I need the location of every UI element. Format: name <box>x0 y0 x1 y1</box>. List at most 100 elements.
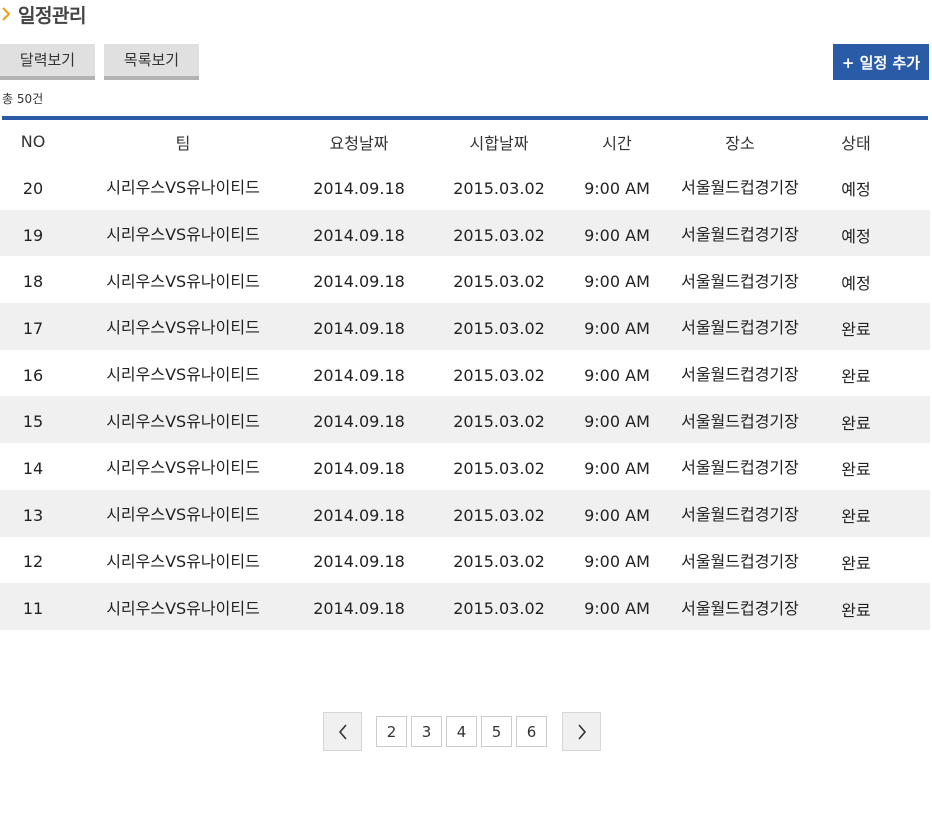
row-team: 시리우스VS유나이티드 <box>106 458 260 478</box>
row-request-date: 2014.09.18 <box>313 505 405 525</box>
row-status: 예정 <box>841 273 871 293</box>
row-time: 9:00 AM <box>584 412 650 432</box>
row-time: 9:00 AM <box>584 318 650 338</box>
row-time: 9:00 AM <box>584 225 650 245</box>
page-number[interactable]: 5 <box>481 716 512 747</box>
row-team: 시리우스VS유나이티드 <box>106 178 260 198</box>
row-no: 20 <box>22 178 44 198</box>
row-venue: 서울월드컵경기장 <box>681 178 799 198</box>
row-venue: 서울월드컵경기장 <box>681 271 799 291</box>
header-no: NO <box>20 132 46 151</box>
row-request-date: 2014.09.18 <box>313 272 405 292</box>
row-team: 시리우스VS유나이티드 <box>106 598 260 618</box>
row-venue: 서울월드컵경기장 <box>681 318 799 338</box>
row-time: 9:00 AM <box>584 272 650 292</box>
table-header-row: NO 팀 요청날짜 시합날짜 시간 장소 상태 <box>0 120 930 163</box>
row-time: 9:00 AM <box>584 365 650 385</box>
calendar-view-tab[interactable]: 달력보기 <box>0 44 95 80</box>
row-status: 완료 <box>841 413 871 433</box>
schedule-table: NO 팀 요청날짜 시합날짜 시간 장소 상태 20 시리우스VS유나이티드 201… <box>0 116 930 630</box>
row-request-date: 2014.09.18 <box>313 318 405 338</box>
row-status: 완료 <box>841 507 871 527</box>
page-heading: 일정관리 <box>0 0 86 28</box>
row-match-date: 2015.03.02 <box>453 505 545 525</box>
row-time: 9:00 AM <box>584 552 650 572</box>
row-match-date: 2015.03.02 <box>453 599 545 619</box>
row-venue: 서울월드컵경기장 <box>681 505 799 525</box>
row-time: 9:00 AM <box>584 599 650 619</box>
row-request-date: 2014.09.18 <box>313 178 405 198</box>
list-view-tab[interactable]: 목록보기 <box>104 44 199 80</box>
row-no: 12 <box>22 552 44 572</box>
page-number[interactable]: 6 <box>516 716 547 747</box>
row-match-date: 2015.03.02 <box>453 552 545 572</box>
chevron-left-icon <box>337 723 349 741</box>
row-time: 9:00 AM <box>584 178 650 198</box>
row-match-date: 2015.03.02 <box>453 178 545 198</box>
page-number[interactable]: 3 <box>411 716 442 747</box>
row-team: 시리우스VS유나이티드 <box>106 271 260 291</box>
row-match-date: 2015.03.02 <box>453 272 545 292</box>
table-row: 11 시리우스VS유나이티드 2014.09.18 2015.03.02 9:00 AM… <box>0 583 930 630</box>
table-row: 12 시리우스VS유나이티드 2014.09.18 2015.03.02 9:00 AM… <box>0 537 930 584</box>
page-number[interactable]: 2 <box>376 716 407 747</box>
header-request-date: 요청날짜 <box>329 133 389 153</box>
row-team: 시리우스VS유나이티드 <box>106 318 260 338</box>
table-row: 19 시리우스VS유나이티드 2014.09.18 2015.03.02 9:00 AM… <box>0 209 930 257</box>
header-match-date: 시합날짜 <box>469 133 529 153</box>
row-match-date: 2015.03.02 <box>453 318 545 338</box>
row-no: 13 <box>22 505 44 525</box>
add-schedule-button[interactable]: + 일정 추가 <box>833 44 929 80</box>
table-row: 20 시리우스VS유나이티드 2014.09.18 2015.03.02 9:00 AM… <box>0 163 930 210</box>
row-team: 시리우스VS유나이티드 <box>106 411 260 431</box>
row-venue: 서울월드컵경기장 <box>681 551 799 571</box>
row-no: 15 <box>22 412 44 432</box>
row-venue: 서울월드컵경기장 <box>681 598 799 618</box>
header-team: 팀 <box>175 133 191 153</box>
row-no: 17 <box>22 318 44 338</box>
row-request-date: 2014.09.18 <box>313 458 405 478</box>
chevron-right-icon <box>0 4 14 24</box>
row-request-date: 2014.09.18 <box>313 365 405 385</box>
table-row: 18 시리우스VS유나이티드 2014.09.18 2015.03.02 9:00 AM… <box>0 256 930 303</box>
row-status: 완료 <box>841 460 871 480</box>
row-team: 시리우스VS유나이티드 <box>106 551 260 571</box>
table-row: 16 시리우스VS유나이티드 2014.09.18 2015.03.02 9:00 AM… <box>0 350 930 397</box>
header-venue: 장소 <box>725 133 755 153</box>
row-time: 9:00 AM <box>584 458 650 478</box>
row-request-date: 2014.09.18 <box>313 225 405 245</box>
page-title: 일정관리 <box>18 4 86 27</box>
row-match-date: 2015.03.02 <box>453 412 545 432</box>
table-row: 14 시리우스VS유나이티드 2014.09.18 2015.03.02 9:00 AM… <box>0 443 930 490</box>
row-no: 11 <box>22 599 44 619</box>
table-row: 15 시리우스VS유나이티드 2014.09.18 2015.03.02 9:00 AM… <box>0 396 930 444</box>
row-request-date: 2014.09.18 <box>313 412 405 432</box>
chevron-right-icon <box>576 723 588 741</box>
row-venue: 서울월드컵경기장 <box>681 458 799 478</box>
row-venue: 서울월드컵경기장 <box>681 411 799 431</box>
row-request-date: 2014.09.18 <box>313 552 405 572</box>
header-time: 시간 <box>602 133 632 153</box>
row-match-date: 2015.03.02 <box>453 365 545 385</box>
prev-page-button[interactable] <box>323 712 362 751</box>
row-time: 9:00 AM <box>584 505 650 525</box>
table-row: 13 시리우스VS유나이티드 2014.09.18 2015.03.02 9:00 AM… <box>0 489 930 537</box>
row-status: 예정 <box>841 180 871 200</box>
row-team: 시리우스VS유나이티드 <box>106 505 260 525</box>
table-row: 17 시리우스VS유나이티드 2014.09.18 2015.03.02 9:00 AM… <box>0 303 930 350</box>
row-no: 19 <box>22 225 44 245</box>
page-number[interactable]: 4 <box>446 716 477 747</box>
row-no: 18 <box>22 272 44 292</box>
row-team: 시리우스VS유나이티드 <box>106 365 260 385</box>
row-status: 예정 <box>841 227 871 247</box>
next-page-button[interactable] <box>562 712 601 751</box>
row-status: 완료 <box>841 320 871 340</box>
row-no: 14 <box>22 458 44 478</box>
row-status: 완료 <box>841 367 871 387</box>
row-match-date: 2015.03.02 <box>453 225 545 245</box>
row-status: 완료 <box>841 553 871 573</box>
header-status: 상태 <box>841 133 871 153</box>
table-body: 20 시리우스VS유나이티드 2014.09.18 2015.03.02 9:00 AM… <box>0 163 930 630</box>
total-count: 총 50건 <box>2 92 44 106</box>
row-team: 시리우스VS유나이티드 <box>106 225 260 245</box>
